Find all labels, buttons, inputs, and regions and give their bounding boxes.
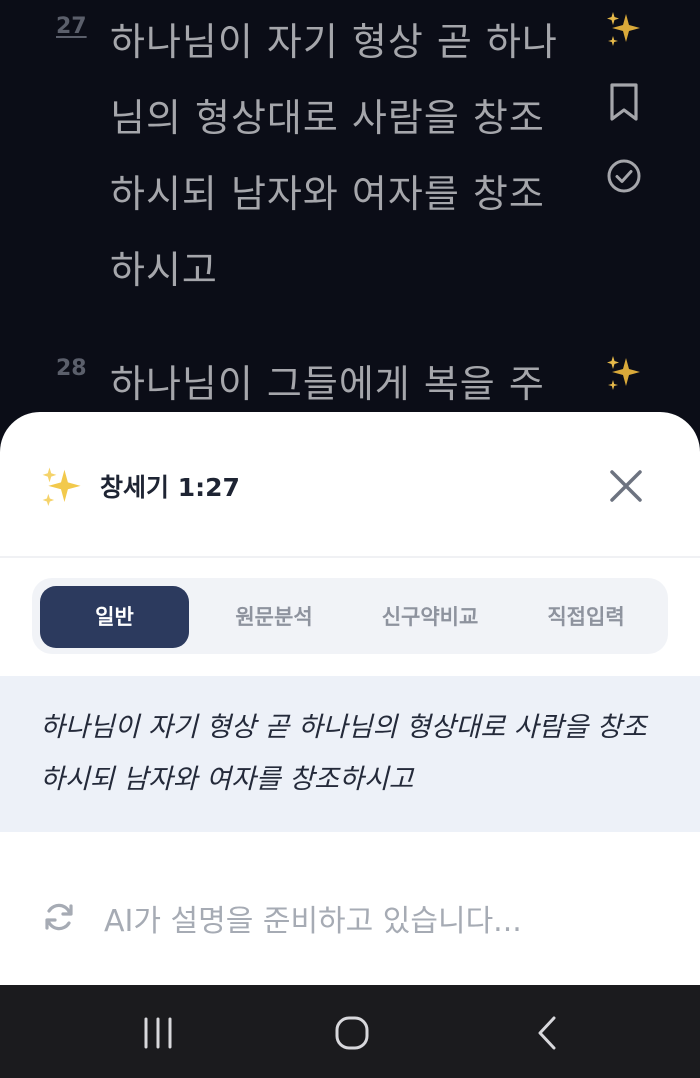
sparkles-icon[interactable]: [604, 10, 644, 50]
tab-direct-input[interactable]: 직접입력: [510, 586, 662, 648]
loading-text: AI가 설명을 준비하고 있습니다...: [104, 904, 522, 939]
verse-number: 28: [56, 356, 87, 381]
verse-line: 님의 형상대로 사람을 창조: [110, 96, 545, 140]
loading-status: AI가 설명을 준비하고 있습니다...: [0, 882, 700, 952]
verse-line: 하시고: [110, 248, 218, 292]
tab-original-analysis[interactable]: 원문분석: [198, 586, 350, 648]
quote-text: 하나님이 자기 형상 곧 하나님의 형상대로 사람을 창조하시되 남자와 여자를…: [40, 712, 647, 795]
verse-number: 27: [56, 14, 87, 39]
verse-text: 하나님이 자기 형상 곧 하나 님의 형상대로 사람을 창조 하시되 남자와 여…: [110, 4, 580, 308]
tab-bar: 일반 원문분석 신구약비교 직접입력: [32, 578, 668, 654]
recent-apps-icon[interactable]: [136, 1011, 180, 1055]
tab-general[interactable]: 일반: [40, 586, 189, 648]
sheet-header: 창세기 1:27: [0, 412, 700, 558]
verse-line: 하나님이 그들에게 복을 주: [110, 362, 545, 406]
sparkles-icon: [42, 467, 81, 506]
tab-testament-compare[interactable]: 신구약비교: [354, 586, 506, 648]
sheet-title: 창세기 1:27: [100, 473, 240, 502]
close-icon[interactable]: [604, 464, 648, 508]
sparkles-icon[interactable]: [604, 354, 644, 394]
bible-reader: 27 하나님이 자기 형상 곧 하나 님의 형상대로 사람을 창조 하시되 남자…: [0, 0, 700, 440]
verse-text: 하나님이 그들에게 복을 주: [110, 346, 580, 422]
refresh-icon: [45, 903, 73, 931]
bookmark-icon[interactable]: [604, 82, 644, 122]
check-circle-icon[interactable]: [604, 156, 644, 196]
system-nav-bar: [0, 985, 700, 1078]
back-icon[interactable]: [526, 1011, 570, 1055]
verse-quote: 하나님이 자기 형상 곧 하나님의 형상대로 사람을 창조하시되 남자와 여자를…: [0, 676, 700, 832]
verse-line: 하시되 남자와 여자를 창조: [110, 172, 545, 216]
home-icon[interactable]: [330, 1011, 374, 1055]
verse-line: 하나님이 자기 형상 곧 하나: [110, 20, 558, 64]
verse-explanation-sheet: 창세기 1:27 일반 원문분석 신구약비교 직접입력 하나님이 자기 형상 곧…: [0, 412, 700, 985]
